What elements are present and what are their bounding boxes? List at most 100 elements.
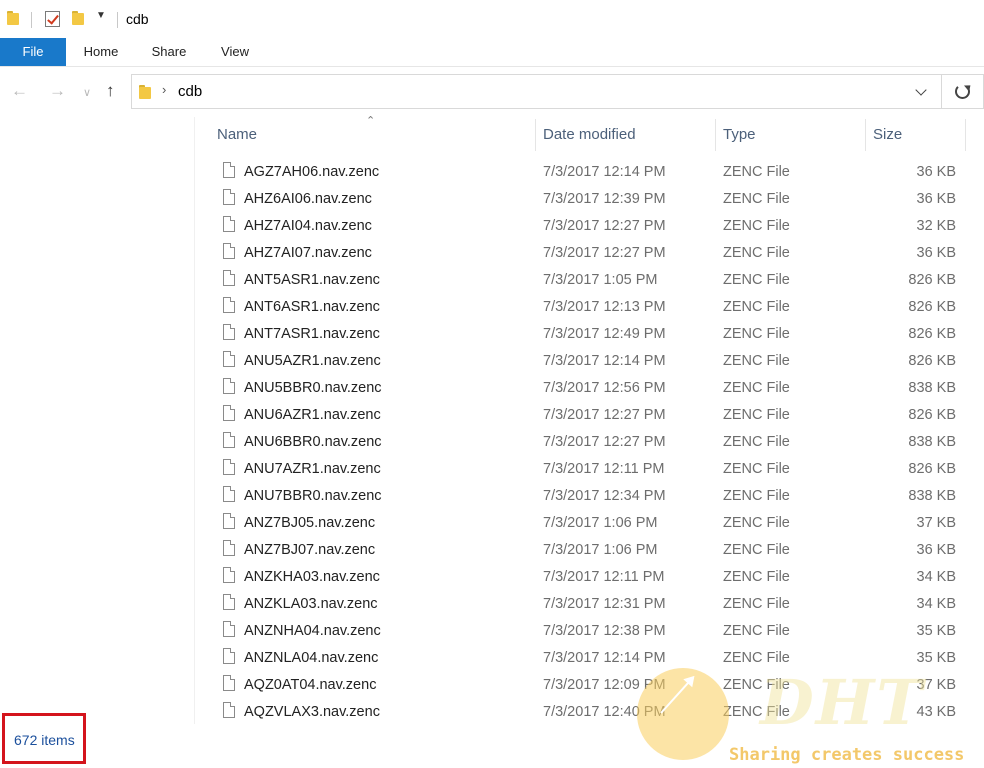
item-count: 672 items	[14, 732, 75, 748]
file-row[interactable]: ANZKHA03.nav.zenc 7/3/2017 12:11 PM ZENC F…	[0, 564, 984, 591]
new-folder-icon[interactable]	[72, 11, 84, 25]
file-icon	[223, 675, 235, 691]
toolbar-separator	[117, 12, 118, 28]
file-date-modified: 7/3/2017 12:38 PM	[543, 623, 666, 639]
file-icon	[223, 378, 235, 394]
file-type: ZENC File	[723, 245, 790, 261]
file-size: 35 KB	[916, 623, 957, 639]
file-type: ZENC File	[723, 353, 790, 369]
file-name[interactable]: ANU7AZR1.nav.zenc	[244, 461, 381, 477]
tab-share[interactable]: Share	[142, 38, 196, 66]
file-row[interactable]: AHZ6AI06.nav.zenc 7/3/2017 12:39 PM ZENC F…	[0, 186, 984, 213]
column-header-size[interactable]: Size	[873, 126, 902, 143]
column-divider[interactable]	[715, 119, 716, 151]
file-name[interactable]: ANU5BBR0.nav.zenc	[244, 380, 382, 396]
forward-arrow-icon[interactable]: →	[49, 81, 66, 101]
file-size: 838 KB	[908, 380, 956, 396]
file-date-modified: 7/3/2017 12:11 PM	[543, 569, 665, 585]
file-name[interactable]: ANT5ASR1.nav.zenc	[244, 272, 380, 288]
file-type: ZENC File	[723, 164, 790, 180]
address-bar[interactable]: › cdb	[131, 74, 942, 109]
column-header-date-modified[interactable]: Date modified	[543, 126, 636, 143]
file-icon	[223, 297, 235, 313]
file-row[interactable]: ANU7AZR1.nav.zenc 7/3/2017 12:11 PM ZENC F…	[0, 456, 984, 483]
column-header-type[interactable]: Type	[723, 126, 756, 143]
file-name[interactable]: ANU7BBR0.nav.zenc	[244, 488, 382, 504]
file-name[interactable]: AHZ6AI06.nav.zenc	[244, 191, 372, 207]
file-row[interactable]: ANU5BBR0.nav.zenc 7/3/2017 12:56 PM ZENC F…	[0, 375, 984, 402]
file-name[interactable]: ANZKHA03.nav.zenc	[244, 569, 380, 585]
tab-home[interactable]: Home	[74, 38, 128, 66]
file-row[interactable]: AHZ7AI04.nav.zenc 7/3/2017 12:27 PM ZENC F…	[0, 213, 984, 240]
file-name[interactable]: ANT6ASR1.nav.zenc	[244, 299, 380, 315]
file-name[interactable]: ANU6BBR0.nav.zenc	[244, 434, 382, 450]
breadcrumb-chevron-icon[interactable]: ›	[162, 82, 166, 97]
file-name[interactable]: AGZ7AH06.nav.zenc	[244, 164, 379, 180]
file-row[interactable]: ANU7BBR0.nav.zenc 7/3/2017 12:34 PM ZENC F…	[0, 483, 984, 510]
file-row[interactable]: ANT7ASR1.nav.zenc 7/3/2017 12:49 PM ZENC F…	[0, 321, 984, 348]
tab-file[interactable]: File	[0, 38, 66, 66]
customize-toolbar-dropdown-icon[interactable]: ▼	[96, 10, 106, 21]
file-name[interactable]: ANZNLA04.nav.zenc	[244, 650, 378, 666]
file-date-modified: 7/3/2017 12:14 PM	[543, 353, 666, 369]
file-name[interactable]: ANZNHA04.nav.zenc	[244, 623, 381, 639]
column-divider[interactable]	[965, 119, 966, 151]
tab-view[interactable]: View	[210, 38, 260, 66]
file-row[interactable]: ANU5AZR1.nav.zenc 7/3/2017 12:14 PM ZENC F…	[0, 348, 984, 375]
file-icon	[223, 486, 235, 502]
file-icon	[223, 405, 235, 421]
file-name[interactable]: ANU6AZR1.nav.zenc	[244, 407, 381, 423]
address-path[interactable]: cdb	[178, 83, 202, 100]
back-arrow-icon[interactable]: ←	[11, 81, 28, 101]
navigation-bar: ← → ∨ ↑ › cdb	[0, 67, 984, 117]
file-name[interactable]: ANU5AZR1.nav.zenc	[244, 353, 381, 369]
file-row[interactable]: ANZKLA03.nav.zenc 7/3/2017 12:31 PM ZENC F…	[0, 591, 984, 618]
folder-icon	[139, 85, 151, 99]
file-name[interactable]: AQZ0AT04.nav.zenc	[244, 677, 376, 693]
file-name[interactable]: ANZKLA03.nav.zenc	[244, 596, 378, 612]
file-name[interactable]: AQZVLAX3.nav.zenc	[244, 704, 380, 720]
file-type: ZENC File	[723, 542, 790, 558]
status-item-count-highlight: 672 items	[2, 713, 86, 764]
refresh-button[interactable]	[942, 74, 984, 109]
file-type: ZENC File	[723, 623, 790, 639]
file-size: 838 KB	[908, 434, 956, 450]
file-icon	[223, 459, 235, 475]
folder-icon	[7, 11, 19, 25]
up-arrow-icon[interactable]: ↑	[106, 81, 115, 101]
file-row[interactable]: ANZ7BJ05.nav.zenc 7/3/2017 1:06 PM ZENC Fi…	[0, 510, 984, 537]
window-title: cdb	[126, 11, 149, 27]
file-date-modified: 7/3/2017 1:06 PM	[543, 542, 658, 558]
file-type: ZENC File	[723, 191, 790, 207]
recent-locations-chevron-icon[interactable]: ∨	[83, 86, 91, 99]
file-name[interactable]: ANZ7BJ07.nav.zenc	[244, 542, 375, 558]
file-type: ZENC File	[723, 380, 790, 396]
address-dropdown-chevron-icon[interactable]	[915, 84, 927, 96]
file-type: ZENC File	[723, 272, 790, 288]
column-divider[interactable]	[865, 119, 866, 151]
watermark-arrow-icon	[660, 676, 694, 714]
file-row[interactable]: AGZ7AH06.nav.zenc 7/3/2017 12:14 PM ZENC F…	[0, 159, 984, 186]
file-name[interactable]: ANT7ASR1.nav.zenc	[244, 326, 380, 342]
file-name[interactable]: AHZ7AI04.nav.zenc	[244, 218, 372, 234]
file-row[interactable]: ANT6ASR1.nav.zenc 7/3/2017 12:13 PM ZENC F…	[0, 294, 984, 321]
file-icon	[223, 189, 235, 205]
file-name[interactable]: AHZ7AI07.nav.zenc	[244, 245, 372, 261]
refresh-icon	[955, 84, 970, 99]
file-row[interactable]: ANU6AZR1.nav.zenc 7/3/2017 12:27 PM ZENC F…	[0, 402, 984, 429]
properties-checkbox-icon[interactable]	[45, 11, 60, 27]
file-row[interactable]: ANU6BBR0.nav.zenc 7/3/2017 12:27 PM ZENC F…	[0, 429, 984, 456]
file-icon	[223, 216, 235, 232]
column-divider[interactable]	[535, 119, 536, 151]
file-row[interactable]: AHZ7AI07.nav.zenc 7/3/2017 12:27 PM ZENC F…	[0, 240, 984, 267]
column-header-name[interactable]: Name	[217, 126, 257, 143]
file-type: ZENC File	[723, 434, 790, 450]
file-row[interactable]: ANZNHA04.nav.zenc 7/3/2017 12:38 PM ZENC F…	[0, 618, 984, 645]
file-row[interactable]: ANT5ASR1.nav.zenc 7/3/2017 1:05 PM ZENC Fi…	[0, 267, 984, 294]
file-name[interactable]: ANZ7BJ05.nav.zenc	[244, 515, 375, 531]
file-icon	[223, 621, 235, 637]
file-size: 36 KB	[916, 164, 957, 180]
ribbon-tabs: File Home Share View	[0, 38, 984, 67]
file-row[interactable]: ANZ7BJ07.nav.zenc 7/3/2017 1:06 PM ZENC Fi…	[0, 537, 984, 564]
file-date-modified: 7/3/2017 12:27 PM	[543, 407, 666, 423]
